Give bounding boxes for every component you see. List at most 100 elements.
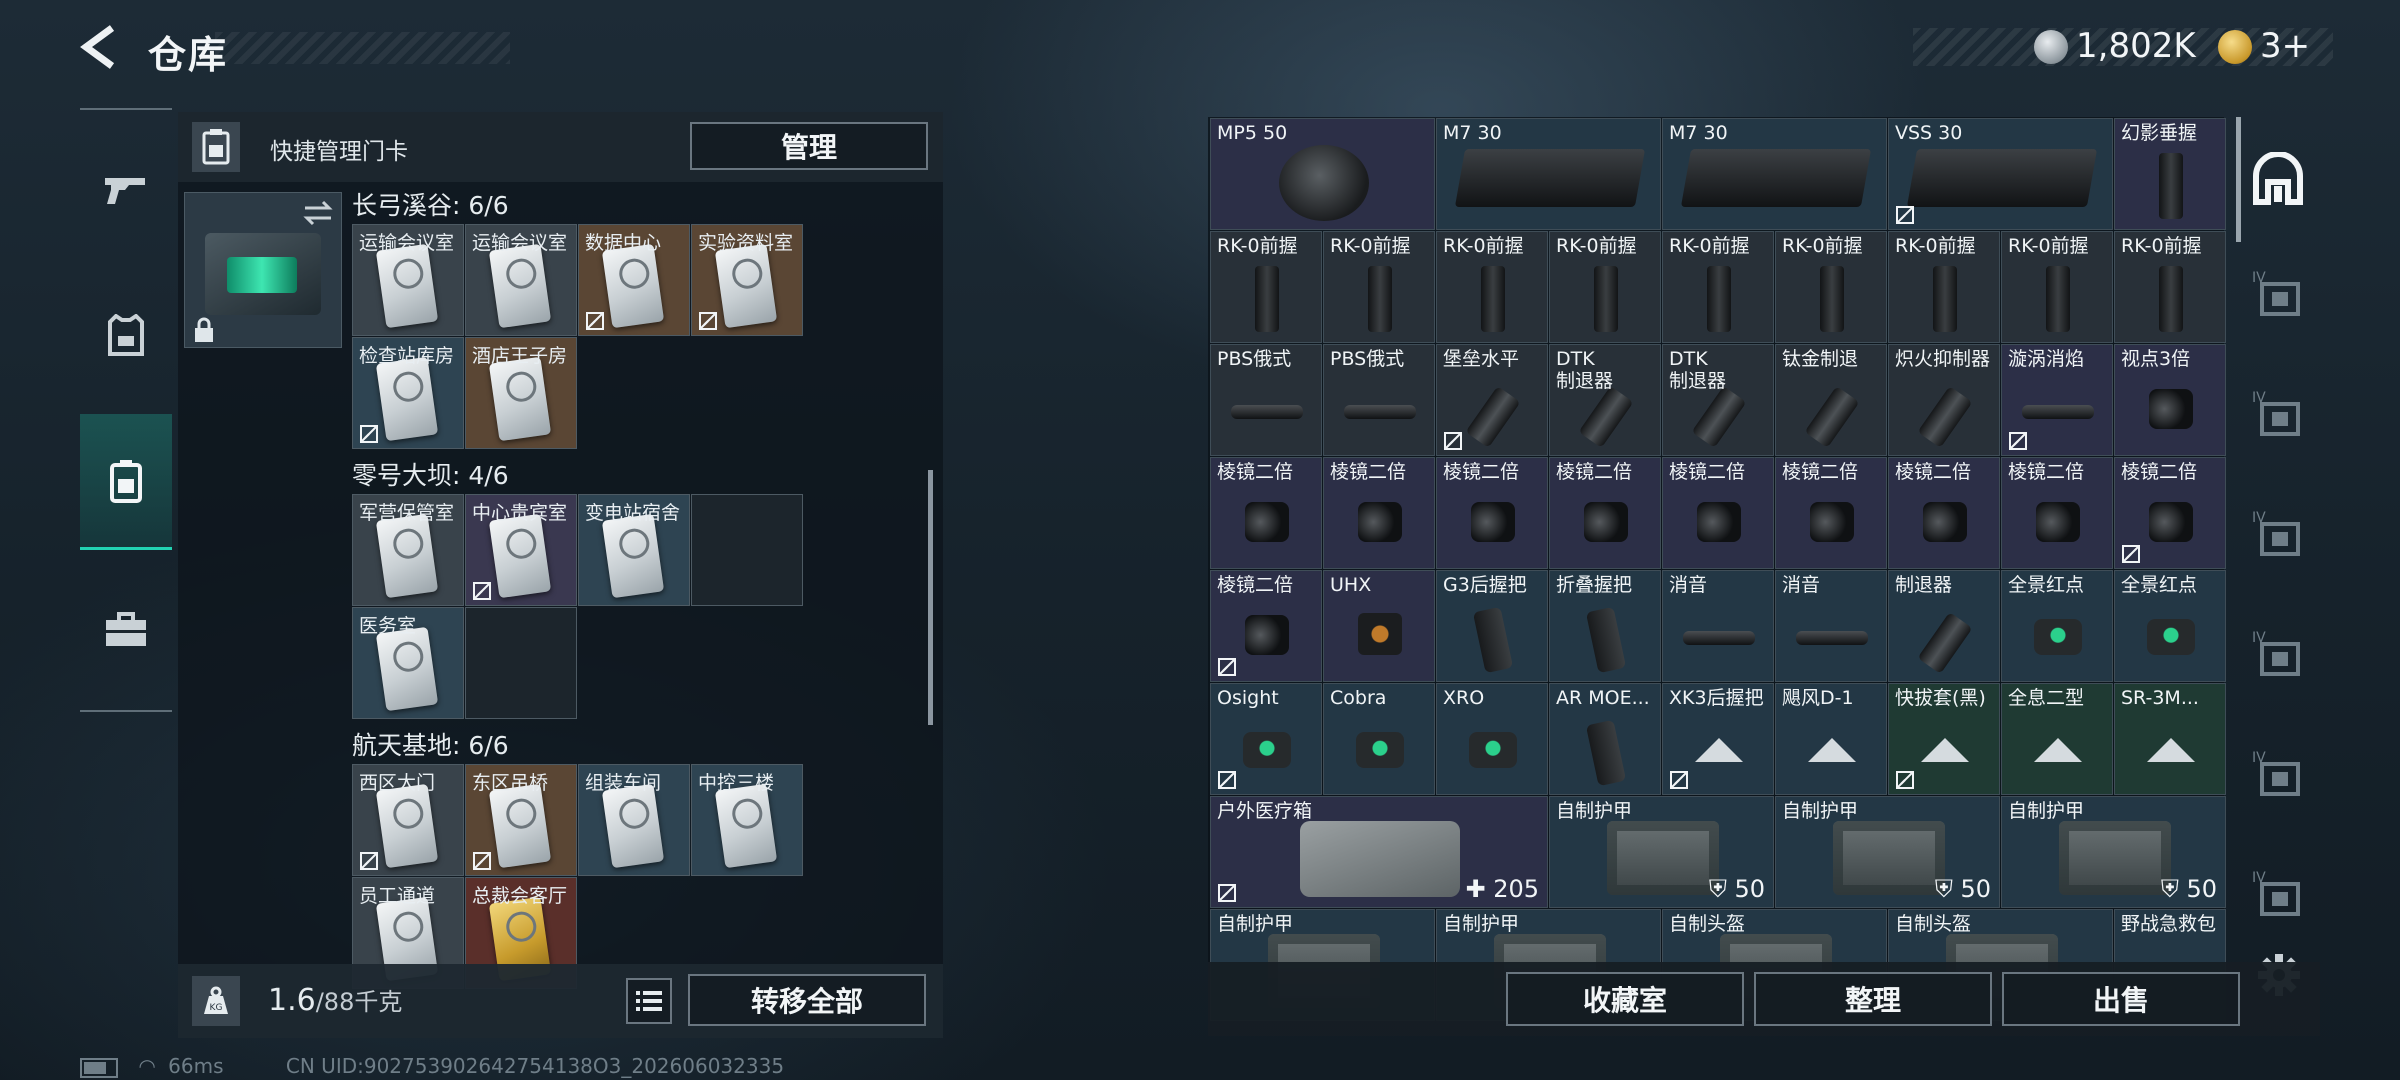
left-scrollbar[interactable]	[928, 470, 933, 725]
inventory-item[interactable]: RK-0前握	[1888, 231, 2000, 343]
inventory-item[interactable]: UHX	[1323, 570, 1435, 682]
inventory-item[interactable]: RK-0前握	[1436, 231, 1548, 343]
inventory-item[interactable]: RK-0前握	[2001, 231, 2113, 343]
inventory-item[interactable]: 消音	[1662, 570, 1774, 682]
collection-room-button[interactable]: 收藏室	[1506, 972, 1744, 1026]
inventory-item[interactable]: 自制护甲 ⛨ 50	[1549, 796, 1774, 908]
rnav-storage-tab[interactable]: IV	[2246, 502, 2310, 566]
keycard-slot-empty[interactable]	[691, 494, 803, 606]
inventory-item[interactable]: PBS俄式	[1210, 344, 1322, 456]
inventory-item[interactable]: SR-3M...	[2114, 683, 2226, 795]
inventory-item[interactable]: 消音	[1775, 570, 1887, 682]
inventory-item[interactable]: VSS 30	[1888, 118, 2113, 230]
manage-button[interactable]: 管理	[690, 122, 928, 170]
inventory-item[interactable]: 棱镜二倍	[1323, 457, 1435, 569]
keycard-slot-empty[interactable]	[465, 607, 577, 719]
swap-icon[interactable]	[301, 199, 335, 227]
keycard-slot[interactable]: 医务室	[352, 607, 464, 719]
inventory-item[interactable]: Cobra	[1323, 683, 1435, 795]
keycard-slot[interactable]: 军营保管室	[352, 494, 464, 606]
rnav-main-storage[interactable]	[2246, 148, 2310, 212]
item-image	[1358, 502, 1402, 542]
inventory-item[interactable]: Osight	[1210, 683, 1322, 795]
inventory-item[interactable]: 棱镜二倍	[1662, 457, 1774, 569]
keycard-slot[interactable]: 运输会议室	[465, 224, 577, 336]
inventory-item[interactable]: RK-0前握	[2114, 231, 2226, 343]
inventory-item[interactable]: G3后握把	[1436, 570, 1548, 682]
inventory-item[interactable]: 飓风D-1	[1775, 683, 1887, 795]
nav-weapons[interactable]	[80, 130, 172, 250]
keycard-slot[interactable]: 数据中心	[578, 224, 690, 336]
keycard-slot[interactable]: 变电站宿舍	[578, 494, 690, 606]
item-image	[1804, 386, 1860, 448]
inventory-item[interactable]: 幻影垂握	[2114, 118, 2226, 230]
item-image	[1707, 266, 1731, 332]
inventory-item[interactable]: AR MOE...	[1549, 683, 1661, 795]
inventory-item[interactable]: RK-0前握	[1323, 231, 1435, 343]
inventory-item[interactable]: XK3后握把	[1662, 683, 1774, 795]
inventory-item[interactable]: RK-0前握	[1210, 231, 1322, 343]
inventory-item[interactable]: 户外医疗箱 ✚ 205	[1210, 796, 1548, 908]
nav-keycards[interactable]	[80, 414, 172, 550]
keycard-slot[interactable]: 中心贵宾室	[465, 494, 577, 606]
inventory-item[interactable]: M7 30	[1436, 118, 1661, 230]
inventory-item[interactable]: 棱镜二倍	[1549, 457, 1661, 569]
inventory-item[interactable]: 快拔套(黑)	[1888, 683, 2000, 795]
nav-supplies[interactable]	[80, 570, 172, 690]
inventory-item[interactable]: 全息二型	[2001, 683, 2113, 795]
inventory-item[interactable]: XRO	[1436, 683, 1548, 795]
keycard-slot[interactable]: 东区吊桥	[465, 764, 577, 876]
inventory-item[interactable]: 全景红点	[2001, 570, 2113, 682]
rnav-storage-tab[interactable]: IV	[2246, 862, 2310, 926]
keycard-slot[interactable]: 运输会议室	[352, 224, 464, 336]
inventory-item[interactable]: RK-0前握	[1775, 231, 1887, 343]
list-view-button[interactable]	[626, 978, 672, 1024]
inventory-item[interactable]: M7 30	[1662, 118, 1887, 230]
wifi-icon: ◠	[138, 1054, 156, 1078]
keycard-slot[interactable]: 检查站库房	[352, 337, 464, 449]
inventory-item[interactable]: 钛金制退	[1775, 344, 1887, 456]
inventory-item[interactable]: 棱镜二倍	[1210, 570, 1322, 682]
inventory-item[interactable]: 棱镜二倍	[2001, 457, 2113, 569]
inventory-item[interactable]: DTK 制退器	[1662, 344, 1774, 456]
inventory-item[interactable]: 视点3倍	[2114, 344, 2226, 456]
nav-equipment[interactable]	[80, 276, 172, 396]
inventory-item[interactable]: 自制护甲 ⛨ 50	[2001, 796, 2226, 908]
inventory-item[interactable]: RK-0前握	[1662, 231, 1774, 343]
back-button[interactable]	[76, 22, 126, 72]
inventory-item[interactable]: 漩涡消焰	[2001, 344, 2113, 456]
inventory-item[interactable]: 全景红点	[2114, 570, 2226, 682]
inventory-item[interactable]: 堡垒水平	[1436, 344, 1548, 456]
rnav-storage-tab[interactable]: IV	[2246, 382, 2310, 446]
sell-button[interactable]: 出售	[2002, 972, 2240, 1026]
inventory-item[interactable]: 炽火抑制器	[1888, 344, 2000, 456]
keycard-case-slot[interactable]	[184, 192, 342, 348]
inventory-item[interactable]: 棱镜二倍	[2114, 457, 2226, 569]
inventory-item[interactable]: PBS俄式	[1323, 344, 1435, 456]
inventory-item[interactable]: MP5 50	[1210, 118, 1435, 230]
keycard-slot[interactable]: 实验资料室	[691, 224, 803, 336]
keycard-slot[interactable]: 酒店王子房	[465, 337, 577, 449]
inventory-item[interactable]: 棱镜二倍	[1436, 457, 1548, 569]
inventory-item[interactable]: RK-0前握	[1549, 231, 1661, 343]
organize-button[interactable]: 整理	[1754, 972, 1992, 1026]
inventory-item[interactable]: DTK 制退器	[1549, 344, 1661, 456]
storage-scrollbar[interactable]	[2236, 117, 2241, 242]
inventory-item[interactable]: 棱镜二倍	[1775, 457, 1887, 569]
rnav-storage-tab[interactable]: IV	[2246, 622, 2310, 686]
item-label: G3后握把	[1443, 574, 1527, 596]
keycard-slot[interactable]: 西区大门	[352, 764, 464, 876]
rnav-storage-tab[interactable]: IV	[2246, 262, 2310, 326]
briefcase-icon	[106, 612, 146, 646]
item-image	[2058, 821, 2171, 895]
keycard-slot[interactable]: 组装车间	[578, 764, 690, 876]
transfer-all-button[interactable]: 转移全部	[688, 974, 926, 1026]
inventory-item[interactable]: 制退器	[1888, 570, 2000, 682]
inventory-item[interactable]: 自制护甲 ⛨ 50	[1775, 796, 2000, 908]
inventory-item[interactable]: 折叠握把	[1549, 570, 1661, 682]
inventory-item[interactable]: 棱镜二倍	[1888, 457, 2000, 569]
keycard-slot[interactable]: 中控三楼	[691, 764, 803, 876]
rnav-storage-tab[interactable]: IV	[2246, 742, 2310, 806]
item-label: 消音	[1782, 574, 1821, 596]
inventory-item[interactable]: 棱镜二倍	[1210, 457, 1322, 569]
